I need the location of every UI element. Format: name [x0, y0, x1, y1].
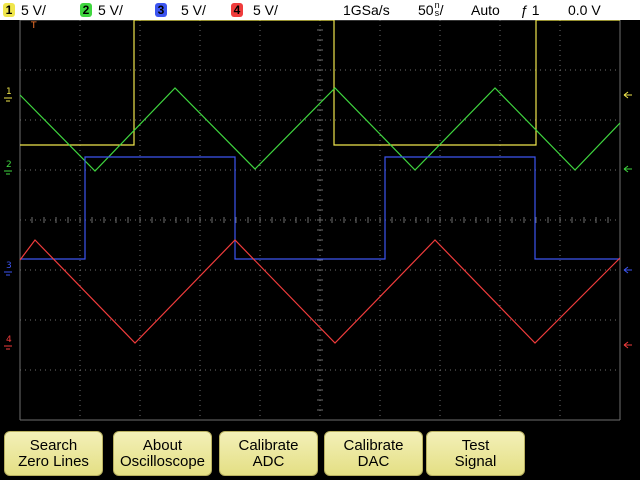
test-signal-button[interactable]: Test Signal	[426, 431, 525, 476]
status-bar: 1 5 V/ 2 5 V/ 3 5 V/ 4 5 V/ 1GSa/s 50 n s /…	[0, 0, 640, 20]
channel-3-indicator[interactable]: 3 5 V/	[155, 1, 206, 19]
about-oscilloscope-button[interactable]: About Oscilloscope	[113, 431, 212, 476]
waveform-graticule: T 1 2 3 4	[4, 19, 632, 421]
timebase-per-div: /	[439, 2, 444, 18]
graticule-grid	[19, 19, 621, 421]
channel-3-trace	[20, 156, 620, 260]
timebase-readout[interactable]: 50 n s /	[418, 1, 443, 19]
channel-2-indicator[interactable]: 2 5 V/	[80, 1, 123, 19]
softkey-label-line1: Search	[29, 436, 78, 454]
channel-2-ground-marker[interactable]: 2	[4, 160, 12, 175]
channel-4-badge: 4	[231, 3, 243, 17]
softkey-label-line2: Oscilloscope	[119, 452, 206, 470]
trigger-position-marker[interactable]: T	[30, 21, 37, 31]
trigger-rising-edge-icon: ƒ	[520, 2, 528, 18]
channel-1-indicator[interactable]: 1 5 V/	[3, 1, 46, 19]
channel-1-badge: 1	[3, 3, 15, 17]
channel-1-scale: 5 V/	[21, 2, 46, 18]
softkey-label-line2: DAC	[357, 452, 390, 470]
svg-text:2: 2	[6, 160, 12, 170]
trigger-source-channel: 1	[531, 2, 540, 18]
trigger-level: 0.0 V	[568, 2, 601, 18]
sample-rate: 1GSa/s	[343, 2, 390, 18]
channel-1-trace	[20, 19, 620, 146]
channel-1-level-arrow-icon[interactable]	[623, 91, 632, 99]
trigger-mode[interactable]: Auto	[471, 1, 500, 19]
channel-3-level-arrow-icon[interactable]	[623, 266, 632, 274]
calibrate-dac-button[interactable]: Calibrate DAC	[324, 431, 423, 476]
svg-text:4: 4	[6, 335, 12, 345]
softkey-bar: Search Zero Lines About Oscilloscope Cal…	[0, 425, 640, 480]
channel-3-badge: 3	[155, 3, 167, 17]
search-zero-lines-button[interactable]: Search Zero Lines	[4, 431, 103, 476]
channel-3-ground-marker[interactable]: 3	[4, 261, 12, 276]
channel-4-level-arrow-icon[interactable]	[623, 341, 632, 349]
channel-4-indicator[interactable]: 4 5 V/	[231, 1, 278, 19]
calibrate-adc-button[interactable]: Calibrate ADC	[219, 431, 318, 476]
channel-4-ground-marker[interactable]: 4	[4, 335, 12, 350]
channel-3-scale: 5 V/	[181, 2, 206, 18]
softkey-label-line2: ADC	[252, 452, 285, 470]
waveform-display[interactable]: T 1 2 3 4	[0, 19, 640, 425]
channel-2-badge: 2	[80, 3, 92, 17]
softkey-label-line1: About	[142, 436, 183, 454]
channel-2-level-arrow-icon[interactable]	[623, 165, 632, 173]
timebase-value: 50	[418, 2, 434, 18]
channel-1-ground-marker[interactable]: 1	[4, 87, 12, 102]
softkey-label-line1: Calibrate	[343, 436, 404, 454]
softkey-label-line1: Calibrate	[238, 436, 299, 454]
channel-2-scale: 5 V/	[98, 2, 123, 18]
softkey-label-line1: Test	[461, 436, 490, 454]
svg-text:3: 3	[6, 261, 12, 271]
softkey-label-line2: Signal	[454, 452, 497, 470]
trigger-source[interactable]: ƒ 1	[520, 1, 539, 19]
softkey-label-line2: Zero Lines	[18, 452, 89, 470]
channel-4-scale: 5 V/	[253, 2, 278, 18]
svg-text:1: 1	[6, 87, 12, 97]
